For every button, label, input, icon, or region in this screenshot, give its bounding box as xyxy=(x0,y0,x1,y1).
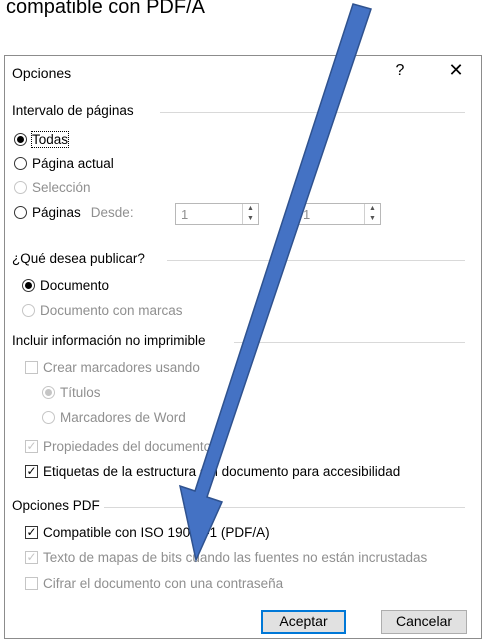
radio-button xyxy=(42,386,55,399)
nonprint-heading: Incluir información no imprimible xyxy=(12,333,465,348)
checkbox-structure-tags[interactable]: ✓ Etiquetas de la estructura del documen… xyxy=(25,464,400,479)
radio-button[interactable] xyxy=(14,206,27,219)
spin-up-icon[interactable]: ▲ xyxy=(243,204,258,214)
checkbox-label: Crear marcadores usando xyxy=(43,360,200,375)
radio-documento-marcas: Documento con marcas xyxy=(22,303,183,318)
radio-label: Títulos xyxy=(60,385,101,400)
divider xyxy=(104,507,465,508)
spinner-buttons[interactable]: ▲ ▼ xyxy=(364,204,380,224)
help-button[interactable]: ? xyxy=(390,62,410,80)
pdf-options-heading: Opciones PDF xyxy=(12,498,465,513)
pdf-options-heading-text: Opciones PDF xyxy=(12,498,100,513)
divider xyxy=(167,260,465,261)
radio-marcadores-word: Marcadores de Word xyxy=(42,410,186,425)
radio-label: Páginas xyxy=(32,205,81,220)
dialog-title: Opciones xyxy=(12,65,72,81)
radio-label: Todas xyxy=(30,131,70,148)
checkbox xyxy=(25,361,38,374)
options-dialog: Opciones ? ✕ Intervalo de páginas Todas … xyxy=(4,55,482,639)
radio-button xyxy=(22,304,35,317)
radio-label: Marcadores de Word xyxy=(60,410,186,425)
to-value: 1 xyxy=(303,207,311,222)
publish-heading-text: ¿Qué desea publicar? xyxy=(12,251,145,266)
checkbox: ✓ xyxy=(25,550,38,564)
checkbox: ✓ xyxy=(25,439,38,453)
checkbox-label: Etiquetas de la estructura del documento… xyxy=(43,464,401,479)
publish-heading: ¿Qué desea publicar? xyxy=(12,251,465,266)
checkbox-label: Compatible con ISO 19005-1 (PDF/A) xyxy=(43,525,270,540)
radio-button[interactable] xyxy=(14,157,27,170)
radio-label: Página actual xyxy=(32,156,114,171)
radio-label: Selección xyxy=(32,180,91,195)
checkbox-iso-pdfa[interactable]: ✓ Compatible con ISO 19005-1 (PDF/A) xyxy=(25,525,270,540)
checkbox-label: Texto de mapas de bits cuando las fuente… xyxy=(43,550,428,565)
from-value: 1 xyxy=(181,207,189,222)
checkbox-create-bookmarks: Crear marcadores usando xyxy=(25,360,200,375)
radio-button xyxy=(42,411,55,424)
ok-button[interactable]: Aceptar xyxy=(261,610,346,634)
radio-paginas[interactable]: Páginas Desde: xyxy=(14,205,134,220)
radio-pagina-actual[interactable]: Página actual xyxy=(14,156,114,171)
checkbox-encrypt: Cifrar el documento con una contraseña xyxy=(25,576,283,591)
spin-down-icon[interactable]: ▼ xyxy=(365,214,380,224)
checkbox-doc-properties: ✓ Propiedades del documento xyxy=(25,439,211,454)
radio-label: Documento con marcas xyxy=(40,303,183,318)
cancel-button[interactable]: Cancelar xyxy=(381,610,467,634)
checkbox[interactable]: ✓ xyxy=(25,526,38,539)
from-spinner[interactable]: 1 ▲ ▼ xyxy=(175,203,259,225)
page-range-heading-text: Intervalo de páginas xyxy=(12,103,134,118)
spin-down-icon[interactable]: ▼ xyxy=(243,214,258,224)
page-range-heading: Intervalo de páginas xyxy=(12,103,465,118)
radio-button[interactable] xyxy=(14,133,27,146)
spin-up-icon[interactable]: ▲ xyxy=(365,204,380,214)
radio-documento[interactable]: Documento xyxy=(22,278,109,293)
checkbox-label: Cifrar el documento con una contraseña xyxy=(43,576,284,591)
radio-titulos: Títulos xyxy=(42,385,101,400)
checkbox-label: Propiedades del documento xyxy=(43,439,212,454)
divider xyxy=(160,112,465,113)
checkbox-bitmap-text: ✓ Texto de mapas de bits cuando las fuen… xyxy=(25,550,427,565)
radio-todas[interactable]: Todas xyxy=(14,131,70,148)
nonprint-heading-text: Incluir información no imprimible xyxy=(12,333,206,348)
checkbox[interactable]: ✓ xyxy=(25,465,38,478)
radio-button xyxy=(14,181,27,194)
to-spinner[interactable]: 1 ▲ ▼ xyxy=(297,203,381,225)
caption-text: compatible con PDF/A xyxy=(6,0,205,18)
radio-button[interactable] xyxy=(22,279,35,292)
radio-seleccion: Selección xyxy=(14,180,91,195)
from-label: Desde: xyxy=(90,205,134,220)
radio-label: Documento xyxy=(40,278,110,293)
divider xyxy=(234,342,465,343)
close-button[interactable]: ✕ xyxy=(445,60,467,81)
checkbox xyxy=(25,577,38,590)
spinner-buttons[interactable]: ▲ ▼ xyxy=(242,204,258,224)
dialog-titlebar: Opciones ? ✕ xyxy=(5,56,481,92)
